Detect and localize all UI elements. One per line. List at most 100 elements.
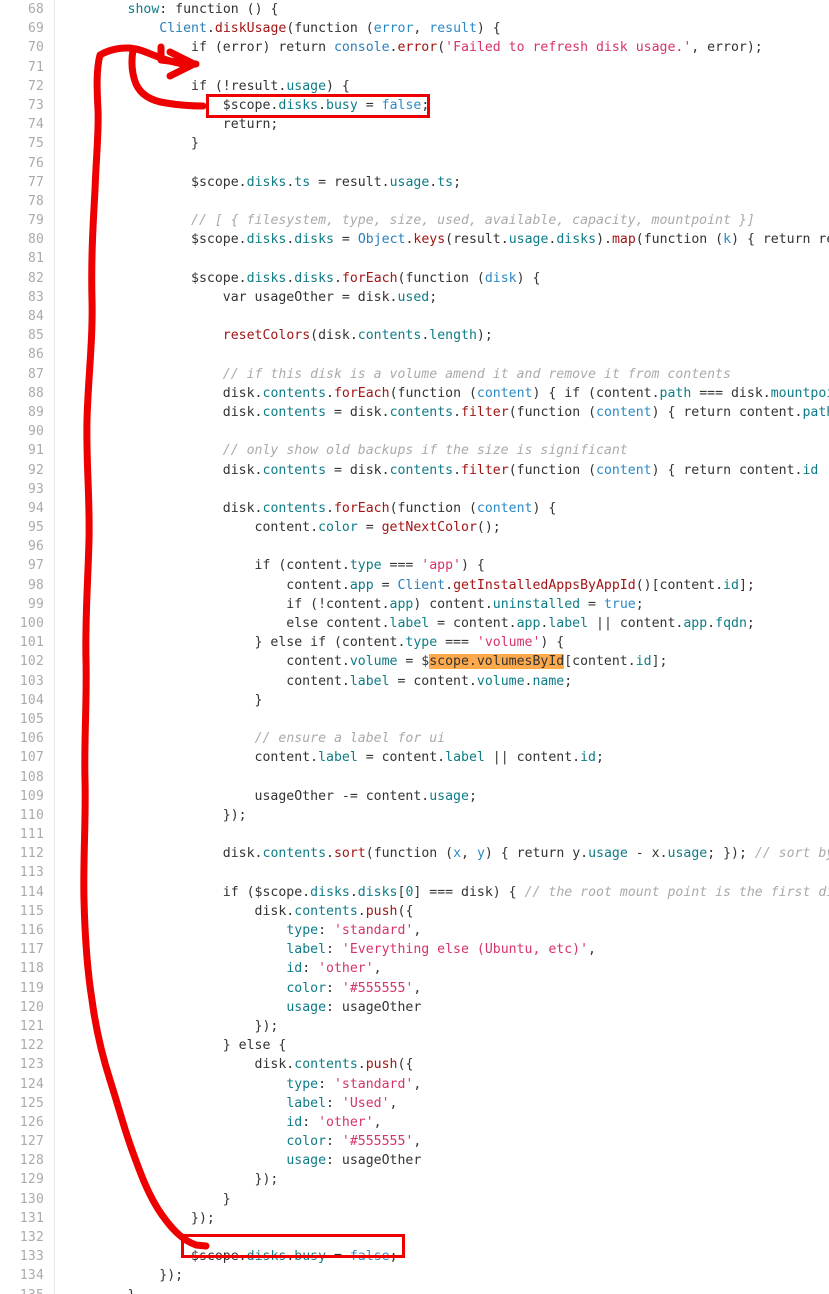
code-line[interactable]: [55, 863, 829, 882]
code-line[interactable]: $scope.disks.busy = false;: [55, 1247, 829, 1266]
code-line[interactable]: [55, 825, 829, 844]
code-line[interactable]: usage: usageOther: [55, 998, 829, 1017]
code-token: ;: [746, 616, 755, 631]
code-line[interactable]: disk.contents.push({: [55, 902, 829, 921]
code-line[interactable]: content.color = getNextColor();: [55, 518, 829, 537]
code-line[interactable]: var usageOther = disk.used;: [55, 288, 829, 307]
code-token: },: [64, 1288, 144, 1294]
code-line[interactable]: [55, 768, 829, 787]
code-line[interactable]: });: [55, 1209, 829, 1228]
code-line[interactable]: }: [55, 691, 829, 710]
code-token: return;: [64, 117, 279, 133]
code-line[interactable]: });: [55, 1266, 829, 1285]
code-line[interactable]: id: 'other',: [55, 959, 829, 978]
code-token: content.: [64, 654, 350, 670]
code-line[interactable]: // only show old backups if the size is …: [55, 441, 829, 460]
code-line[interactable]: [55, 1228, 829, 1247]
code-line[interactable]: disk.contents = disk.contents.filter(fun…: [55, 403, 829, 422]
code-line[interactable]: disk.contents.push({: [55, 1055, 829, 1074]
code-line[interactable]: } else if (content.type === 'volume') {: [55, 633, 829, 652]
code-line[interactable]: return;: [55, 115, 829, 134]
code-line[interactable]: });: [55, 806, 829, 825]
code-token: color: [286, 1134, 327, 1150]
code-token: (function (: [635, 232, 724, 248]
code-token: id: [723, 577, 739, 593]
code-line[interactable]: // ensure a label for ui: [55, 729, 829, 748]
code-line[interactable]: // if this disk is a volume amend it and…: [55, 365, 829, 384]
code-line[interactable]: type: 'standard',: [55, 921, 829, 940]
code-line[interactable]: usageOther -= content.usage;: [55, 787, 829, 806]
code-line[interactable]: show: function () {: [55, 0, 829, 19]
code-line[interactable]: if ($scope.disks.disks[0] === disk) { //…: [55, 883, 829, 902]
code-token: ,: [413, 1076, 422, 1092]
code-token: app: [516, 616, 541, 631]
code-line[interactable]: resetColors(disk.contents.length);: [55, 326, 829, 345]
code-token: $scope.: [64, 97, 279, 113]
code-line[interactable]: disk.contents.forEach(function (content)…: [55, 499, 829, 518]
code-line[interactable]: if (error) return console.error('Failed …: [55, 38, 829, 57]
code-line[interactable]: $scope.disks.ts = result.usage.ts;: [55, 173, 829, 192]
code-line[interactable]: [55, 58, 829, 77]
line-number: 82: [27, 270, 44, 286]
line-number: 79: [27, 213, 44, 229]
code-line[interactable]: });: [55, 1170, 829, 1189]
code-line[interactable]: if (!result.usage) {: [55, 77, 829, 96]
code-line[interactable]: color: '#555555',: [55, 979, 829, 998]
code-line[interactable]: type: 'standard',: [55, 1075, 829, 1094]
code-token: =: [333, 232, 358, 248]
line-number: 77: [27, 174, 44, 190]
code-line[interactable]: } else {: [55, 1036, 829, 1055]
code-line[interactable]: [55, 154, 829, 173]
code-line[interactable]: }: [55, 1190, 829, 1209]
code-line[interactable]: [55, 192, 829, 211]
code-line[interactable]: id: 'other',: [55, 1113, 829, 1132]
code-line[interactable]: [55, 345, 829, 364]
code-token: : usageOther: [326, 999, 422, 1015]
code-token: === disk.: [691, 385, 771, 401]
code-line[interactable]: content.app = Client.getInstalledAppsByA…: [55, 576, 829, 595]
code-token: 'other': [318, 961, 374, 977]
code-line[interactable]: color: '#555555',: [55, 1132, 829, 1151]
code-line[interactable]: disk.contents = disk.contents.filter(fun…: [55, 461, 829, 480]
code-line[interactable]: content.volume = $scope.volumesById[cont…: [55, 652, 829, 671]
code-token: ,: [389, 1095, 398, 1111]
code-line[interactable]: [55, 422, 829, 441]
code-token: ) {: [516, 270, 541, 286]
line-number: 95: [27, 520, 44, 536]
code-line[interactable]: disk.contents.forEach(function (content)…: [55, 384, 829, 403]
code-line[interactable]: disk.contents.sort(function (x, y) { ret…: [55, 844, 829, 863]
code-line[interactable]: usage: usageOther: [55, 1151, 829, 1170]
code-line[interactable]: content.label = content.volume.name;: [55, 672, 829, 691]
code-line[interactable]: [55, 537, 829, 556]
code-line[interactable]: if (content.type === 'app') {: [55, 556, 829, 575]
code-line[interactable]: $scope.disks.disks.forEach(function (dis…: [55, 269, 829, 288]
code-line[interactable]: label: 'Everything else (Ubuntu, etc)',: [55, 940, 829, 959]
code-line[interactable]: label: 'Used',: [55, 1094, 829, 1113]
code-token: ) content.: [413, 596, 493, 612]
code-line[interactable]: content.label = content.label || content…: [55, 748, 829, 767]
code-line[interactable]: [55, 480, 829, 499]
code-line[interactable]: },: [55, 1286, 829, 1294]
code-line[interactable]: Client.diskUsage(function (error, result…: [55, 19, 829, 38]
code-content-area[interactable]: show: function () { Client.diskUsage(fun…: [55, 0, 829, 1294]
line-number: 116: [19, 923, 44, 938]
code-token: contents: [262, 385, 327, 401]
code-line[interactable]: // [ { filesystem, type, size, used, ava…: [55, 211, 829, 230]
code-line[interactable]: });: [55, 1017, 829, 1036]
code-line[interactable]: $scope.disks.busy = false;: [55, 96, 829, 115]
code-line[interactable]: [55, 710, 829, 729]
code-token: usage: [286, 999, 327, 1015]
code-token: ,: [413, 980, 422, 996]
code-line[interactable]: if (!content.app) content.uninstalled = …: [55, 595, 829, 614]
code-token: disk.: [64, 462, 263, 478]
code-token: }: [64, 1191, 231, 1207]
code-token: ) {: [476, 21, 501, 37]
code-line[interactable]: $scope.disks.disks = Object.keys(result.…: [55, 230, 829, 249]
code-line[interactable]: else content.label = content.app.label |…: [55, 614, 829, 633]
code-token: // if this disk is a volume amend it and…: [222, 366, 731, 382]
code-token: true: [603, 596, 636, 612]
code-line[interactable]: [55, 307, 829, 326]
code-token: 'Everything else (Ubuntu, etc)': [341, 942, 589, 958]
code-line[interactable]: [55, 249, 829, 268]
code-line[interactable]: }: [55, 134, 829, 153]
